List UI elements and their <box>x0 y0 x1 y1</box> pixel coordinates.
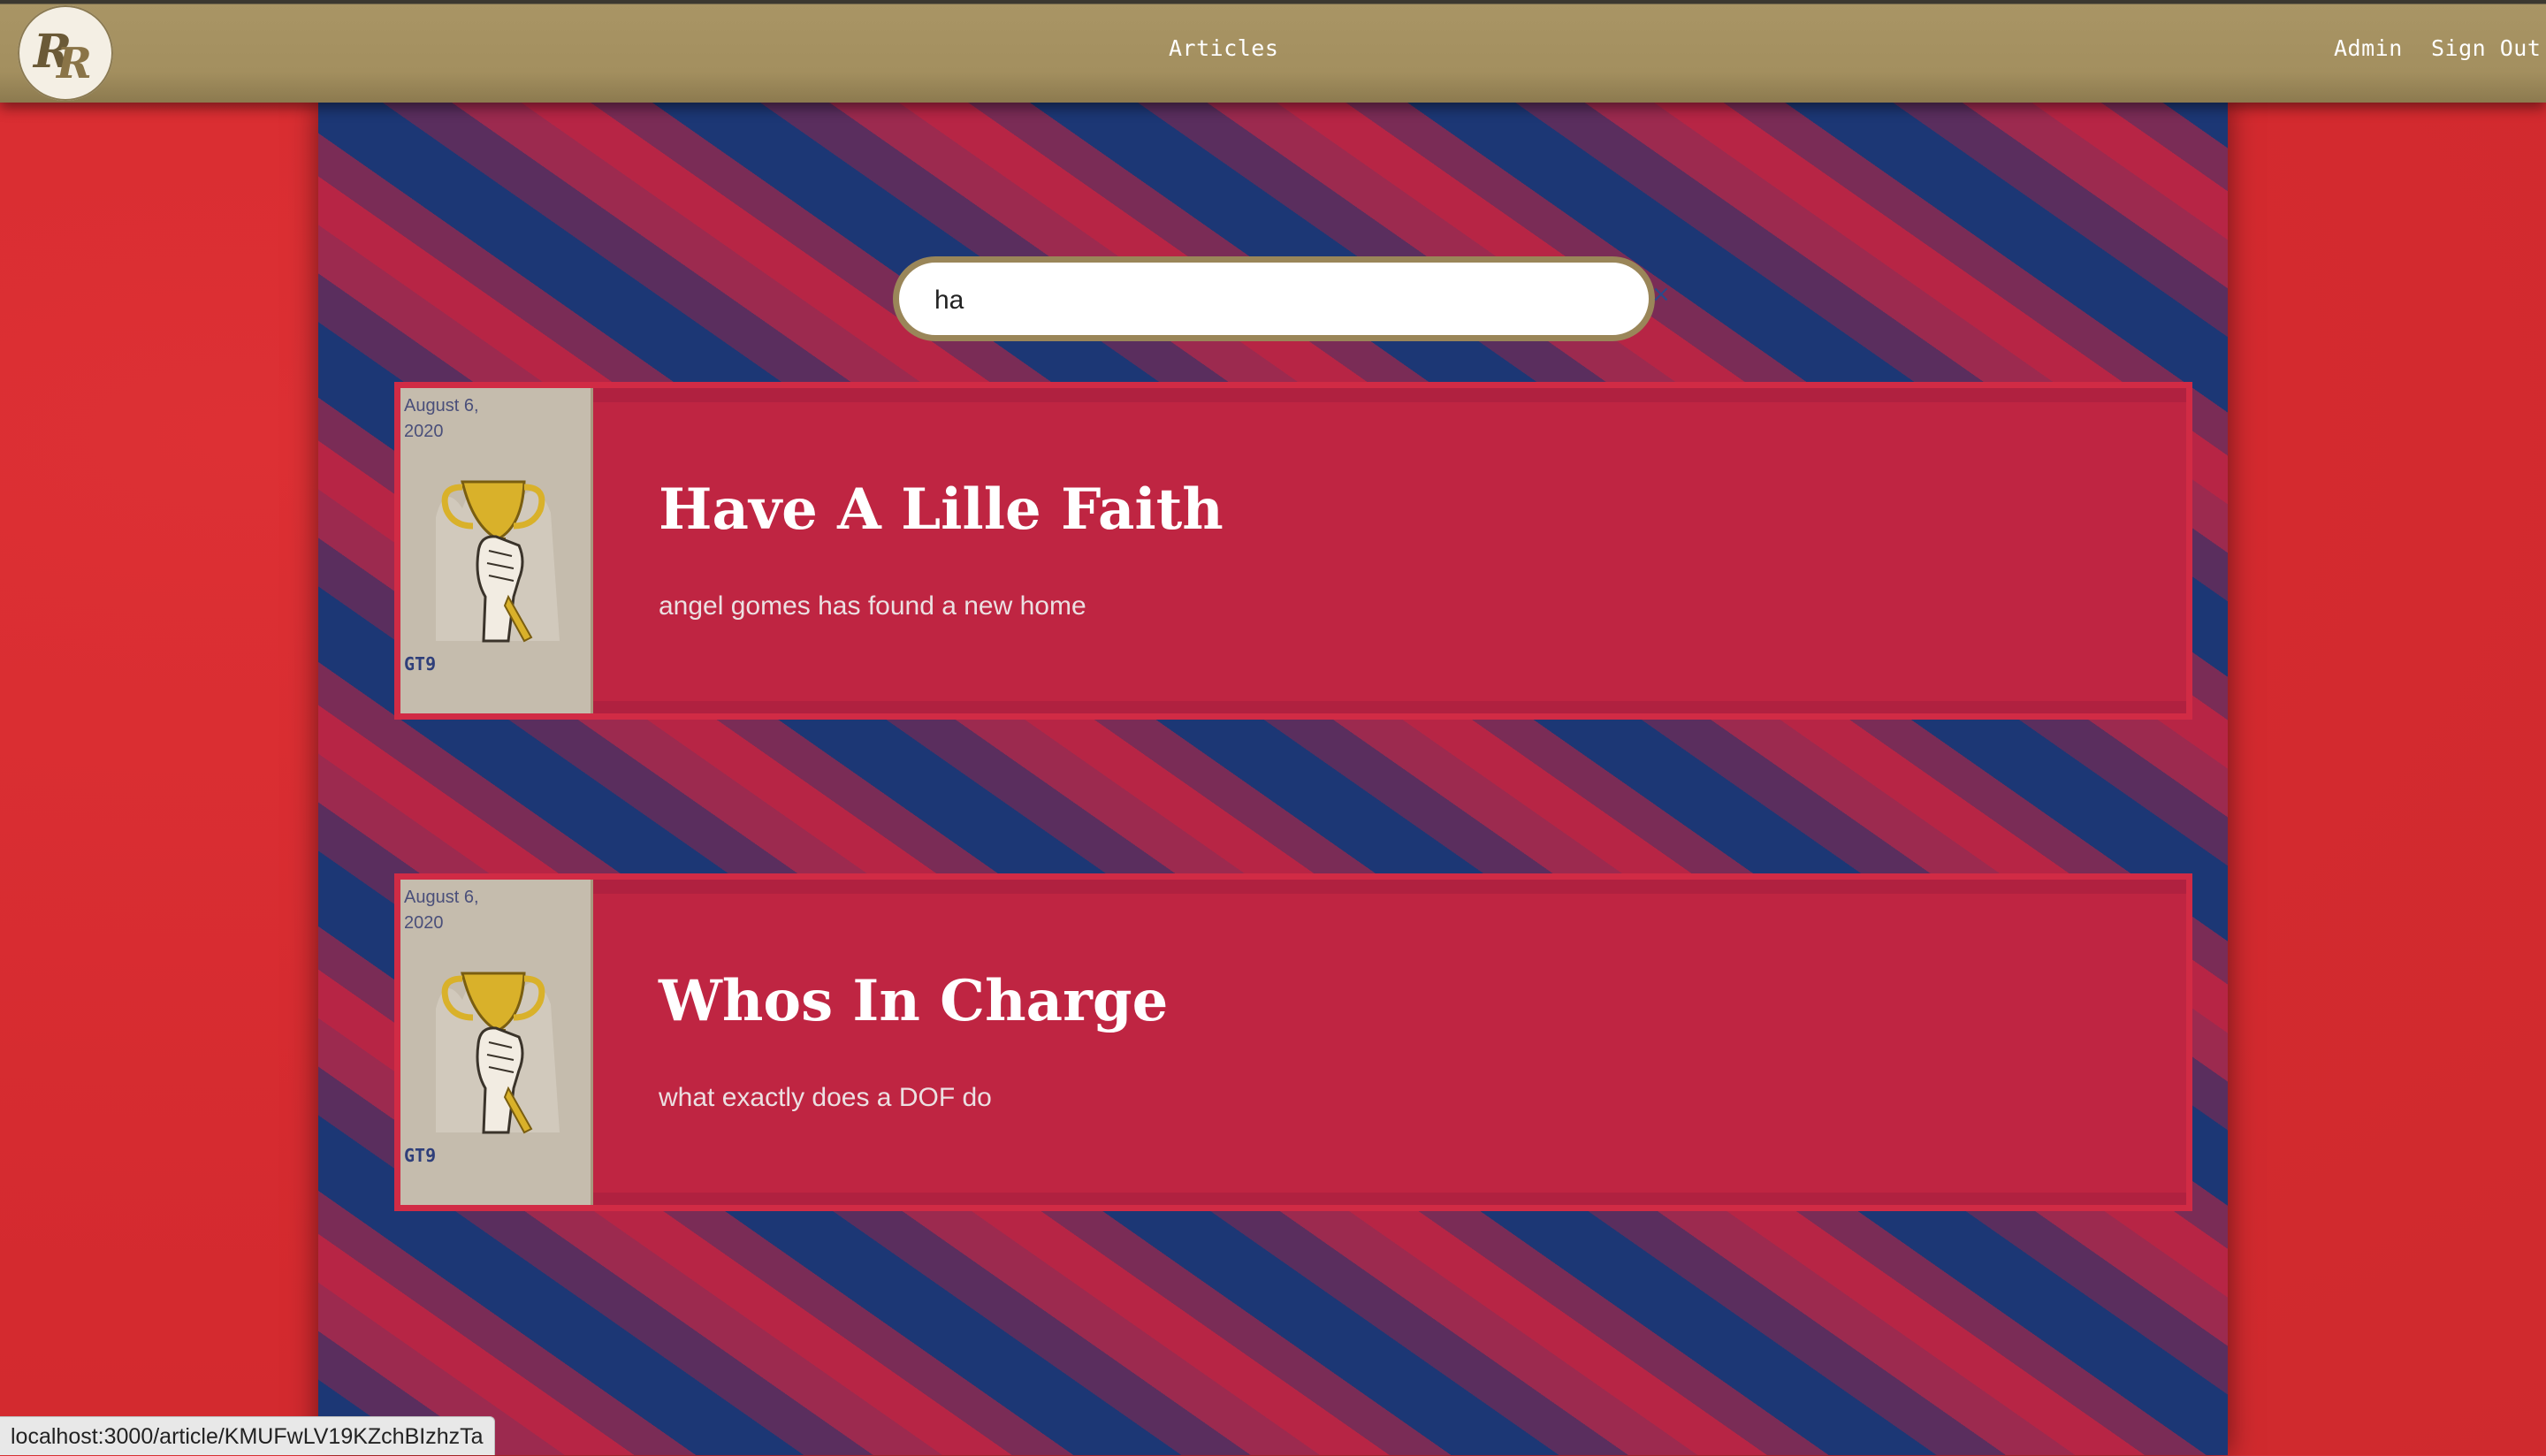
card-stripe <box>400 701 2186 713</box>
article-card[interactable]: August 6, 2020 GT9 Have A Lille Faith an… <box>394 382 2192 720</box>
article-thumbnail: August 6, 2020 GT9 <box>400 880 593 1205</box>
article-description: what exactly does a DOF do <box>659 1083 992 1112</box>
top-navbar: R R Articles Admin Sign Out <box>0 0 2546 103</box>
article-tag: GT9 <box>404 653 437 675</box>
status-bar-url: localhost:3000/article/KMUFwLV19KZchBIzh… <box>0 1416 495 1455</box>
article-date: August 6, 2020 <box>404 396 479 441</box>
card-stripe <box>400 1193 2186 1205</box>
article-description: angel gomes has found a new home <box>659 591 1086 621</box>
search-input[interactable] <box>933 282 1608 319</box>
trophy-in-hand-icon <box>427 464 568 650</box>
article-card[interactable]: August 6, 2020 GT9 Whos In Charge what e… <box>394 873 2192 1211</box>
article-title[interactable]: Have A Lille Faith <box>659 476 1223 543</box>
clear-search-icon[interactable]: × <box>1651 281 1671 308</box>
nav-sign-out-link[interactable]: Sign Out <box>2431 35 2541 61</box>
site-logo[interactable]: R R <box>18 5 113 101</box>
trophy-in-hand-icon <box>427 956 568 1141</box>
article-title[interactable]: Whos In Charge <box>659 968 1168 1034</box>
logo-monogram-icon: R R <box>21 9 110 97</box>
card-stripe <box>400 388 2186 402</box>
nav-admin-link[interactable]: Admin <box>2334 35 2403 61</box>
article-tag: GT9 <box>404 1145 437 1166</box>
card-stripe <box>400 880 2186 894</box>
article-thumbnail: August 6, 2020 GT9 <box>400 388 593 713</box>
svg-text:R: R <box>55 39 92 88</box>
nav-articles-link[interactable]: Articles <box>1169 35 1278 61</box>
article-date: August 6, 2020 <box>404 888 479 933</box>
search-box[interactable] <box>893 256 1655 341</box>
